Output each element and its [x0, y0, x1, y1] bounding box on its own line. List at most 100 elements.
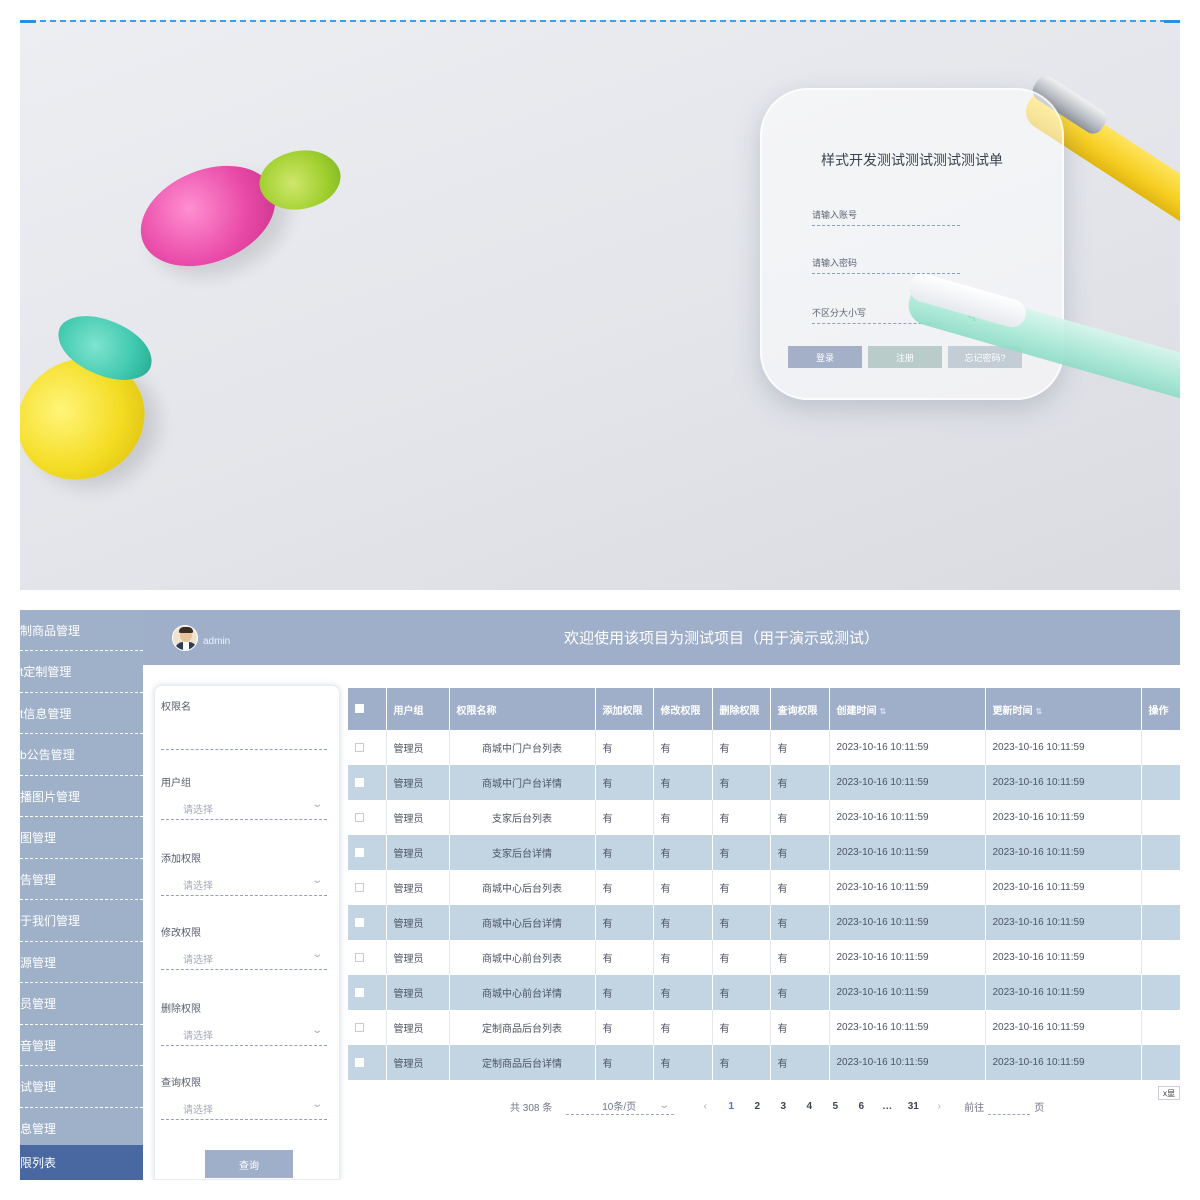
row-checkbox[interactable] [355, 777, 364, 787]
page-button[interactable]: 2 [744, 1101, 770, 1112]
user-group-select[interactable]: 请选择 ⌄ [161, 794, 327, 820]
edit-perm-label: 修改权限 [161, 928, 201, 939]
row-select-cell[interactable] [348, 1010, 387, 1045]
action-cell[interactable] [1141, 870, 1180, 905]
row-select-cell[interactable] [348, 1045, 387, 1080]
row-select-cell[interactable] [348, 730, 387, 765]
prev-page-icon[interactable]: ‹ [692, 1101, 718, 1112]
sidebar-item[interactable]: 源管理 [20, 942, 143, 983]
row-checkbox[interactable] [355, 987, 364, 997]
row-checkbox[interactable] [355, 812, 364, 822]
page-button[interactable]: 5 [822, 1101, 848, 1112]
row-checkbox[interactable] [355, 847, 364, 857]
action-cell[interactable] [1141, 905, 1180, 940]
row-checkbox[interactable] [355, 742, 364, 752]
goto-page-input[interactable] [988, 1097, 1031, 1115]
sidebar-item[interactable]: 制商品管理 [20, 610, 143, 651]
row-checkbox[interactable] [355, 882, 364, 892]
add-perm-cell: 有 [595, 730, 654, 765]
page-ellipsis[interactable]: … [874, 1101, 900, 1112]
table-row[interactable]: 管理员 商城中心后台列表有有有有 2023-10-16 10:11:59 2023-1… [348, 870, 1180, 905]
sidebar-item[interactable]: t信息管理 [20, 693, 143, 734]
sidebar-item-active[interactable]: 限列表 [20, 1145, 143, 1180]
sidebar-item[interactable]: 试管理 [20, 1067, 143, 1108]
table-header-row: 用户组 权限名称 添加权限 修改权限 删除权限 查询权限 创建时间 ⇅ 更新时间 ⇅… [348, 688, 1180, 730]
table-row[interactable]: 管理员 商城中门户台列表有有有有 2023-10-16 10:11:59 2023-1… [348, 730, 1180, 765]
password-input[interactable] [812, 252, 960, 274]
sidebar: 制商品管理 t定制管理 t信息管理 b公告管理 播图片管理 图管理 告管理 于我… [20, 610, 143, 1180]
sidebar-item[interactable]: b公告管理 [20, 735, 143, 776]
row-checkbox[interactable] [355, 1022, 364, 1032]
table-row[interactable]: 管理员 商城中心前台列表有有有有 2023-10-16 10:11:59 2023-1… [348, 940, 1180, 975]
action-cell[interactable] [1141, 765, 1180, 800]
row-select-cell[interactable] [348, 800, 387, 835]
table-row[interactable]: 管理员 支家后台列表有有有有 2023-10-16 10:11:59 2023-10-… [348, 800, 1180, 835]
sort-icon[interactable]: ⇅ [1036, 707, 1043, 716]
perm-name-label: 权限名 [161, 702, 191, 713]
delete-perm-cell: 有 [712, 940, 771, 975]
edit-perm-select[interactable]: 请选择 ⌄ [161, 944, 327, 970]
table-row[interactable]: 管理员 商城中心前台详情有有有有 2023-10-16 10:11:59 2023-1… [348, 975, 1180, 1010]
column-header: 查询权限 [770, 688, 830, 730]
updated-time-header[interactable]: 更新时间 ⇅ [985, 688, 1142, 730]
next-page-icon[interactable]: › [926, 1101, 952, 1112]
table-row[interactable]: 管理员 商城中门户台详情有有有有 2023-10-16 10:11:59 2023-1… [348, 765, 1180, 800]
sidebar-item[interactable]: 于我们管理 [20, 901, 143, 942]
action-cell[interactable] [1141, 800, 1180, 835]
row-select-cell[interactable] [348, 835, 387, 870]
row-select-cell[interactable] [348, 905, 387, 940]
delete-perm-select[interactable]: 请选择 ⌄ [161, 1020, 327, 1046]
action-cell[interactable] [1141, 730, 1180, 765]
row-select-cell[interactable] [348, 940, 387, 975]
page-button[interactable]: 6 [848, 1101, 874, 1112]
sidebar-item[interactable]: 告管理 [20, 859, 143, 900]
sidebar-item[interactable]: 播图片管理 [20, 776, 143, 817]
page-button[interactable]: 4 [796, 1101, 822, 1112]
register-button[interactable]: 注册 [868, 346, 942, 368]
sidebar-item[interactable]: 息管理 [20, 1108, 143, 1149]
page-button[interactable]: 1 [718, 1101, 744, 1112]
sidebar-item[interactable]: 图管理 [20, 818, 143, 859]
table-row[interactable]: 管理员 定制商品后台列表有有有有 2023-10-16 10:11:59 2023-1… [348, 1010, 1180, 1045]
sort-icon[interactable]: ⇅ [880, 707, 887, 716]
login-button[interactable]: 登录 [788, 346, 862, 368]
created-time-header[interactable]: 创建时间 ⇅ [829, 688, 986, 730]
table-row[interactable]: 管理员 定制商品后台详情有有有有 2023-10-16 10:11:59 2023-1… [348, 1045, 1180, 1080]
top-divider [20, 20, 1180, 23]
login-screen: 样式开发测试测试测试测试单 q K U T 登录 注册 忘记密码? [20, 20, 1180, 590]
page-size-select[interactable]: 10条/页 ⌄ [566, 1097, 675, 1115]
add-perm-select[interactable]: 请选择 ⌄ [161, 870, 327, 896]
perm-name-cell: 商城中心前台列表 [449, 940, 596, 975]
table-row[interactable]: 管理员 支家后台详情有有有有 2023-10-16 10:11:59 2023-10-… [348, 835, 1180, 870]
action-cell[interactable] [1141, 1045, 1180, 1080]
row-checkbox[interactable] [355, 917, 364, 927]
sidebar-item[interactable]: 音管理 [20, 1025, 143, 1066]
action-cell[interactable] [1141, 975, 1180, 1010]
perm-name-input[interactable] [161, 726, 327, 750]
delete-perm-label: 删除权限 [161, 1004, 201, 1015]
row-select-cell[interactable] [348, 870, 387, 905]
row-checkbox[interactable] [355, 1057, 364, 1067]
page-button[interactable]: 31 [900, 1101, 926, 1112]
table-row[interactable]: 管理员 商城中心后台详情有有有有 2023-10-16 10:11:59 2023-1… [348, 905, 1180, 940]
row-select-cell[interactable] [348, 765, 387, 800]
select-placeholder: 请选择 [183, 955, 213, 966]
sidebar-item[interactable]: 员管理 [20, 984, 143, 1025]
welcome-banner: 欢迎使用该项目为测试项目（用于演示或测试） [563, 630, 879, 647]
updated-time-cell: 2023-10-16 10:11:59 [985, 940, 1142, 975]
row-select-cell[interactable] [348, 975, 387, 1010]
delete-perm-cell: 有 [712, 975, 771, 1010]
select-all-checkbox[interactable] [355, 704, 364, 714]
page-button[interactable]: 3 [770, 1101, 796, 1112]
query-perm-select[interactable]: 请选择 ⌄ [161, 1094, 327, 1120]
action-cell[interactable] [1141, 835, 1180, 870]
select-placeholder: 请选择 [183, 805, 213, 816]
action-cell[interactable] [1141, 940, 1180, 975]
sidebar-item[interactable]: t定制管理 [20, 652, 143, 693]
username-input[interactable] [812, 204, 960, 226]
row-checkbox[interactable] [355, 952, 364, 962]
action-cell[interactable] [1141, 1010, 1180, 1045]
select-all-header[interactable] [348, 688, 387, 730]
filter-panel: 权限名 用户组 请选择 ⌄ 添加权限 请选择 ⌄ 修改权限 请选择 ⌄ 删除权限… [154, 685, 340, 1180]
query-button[interactable]: 查询 [205, 1150, 293, 1178]
